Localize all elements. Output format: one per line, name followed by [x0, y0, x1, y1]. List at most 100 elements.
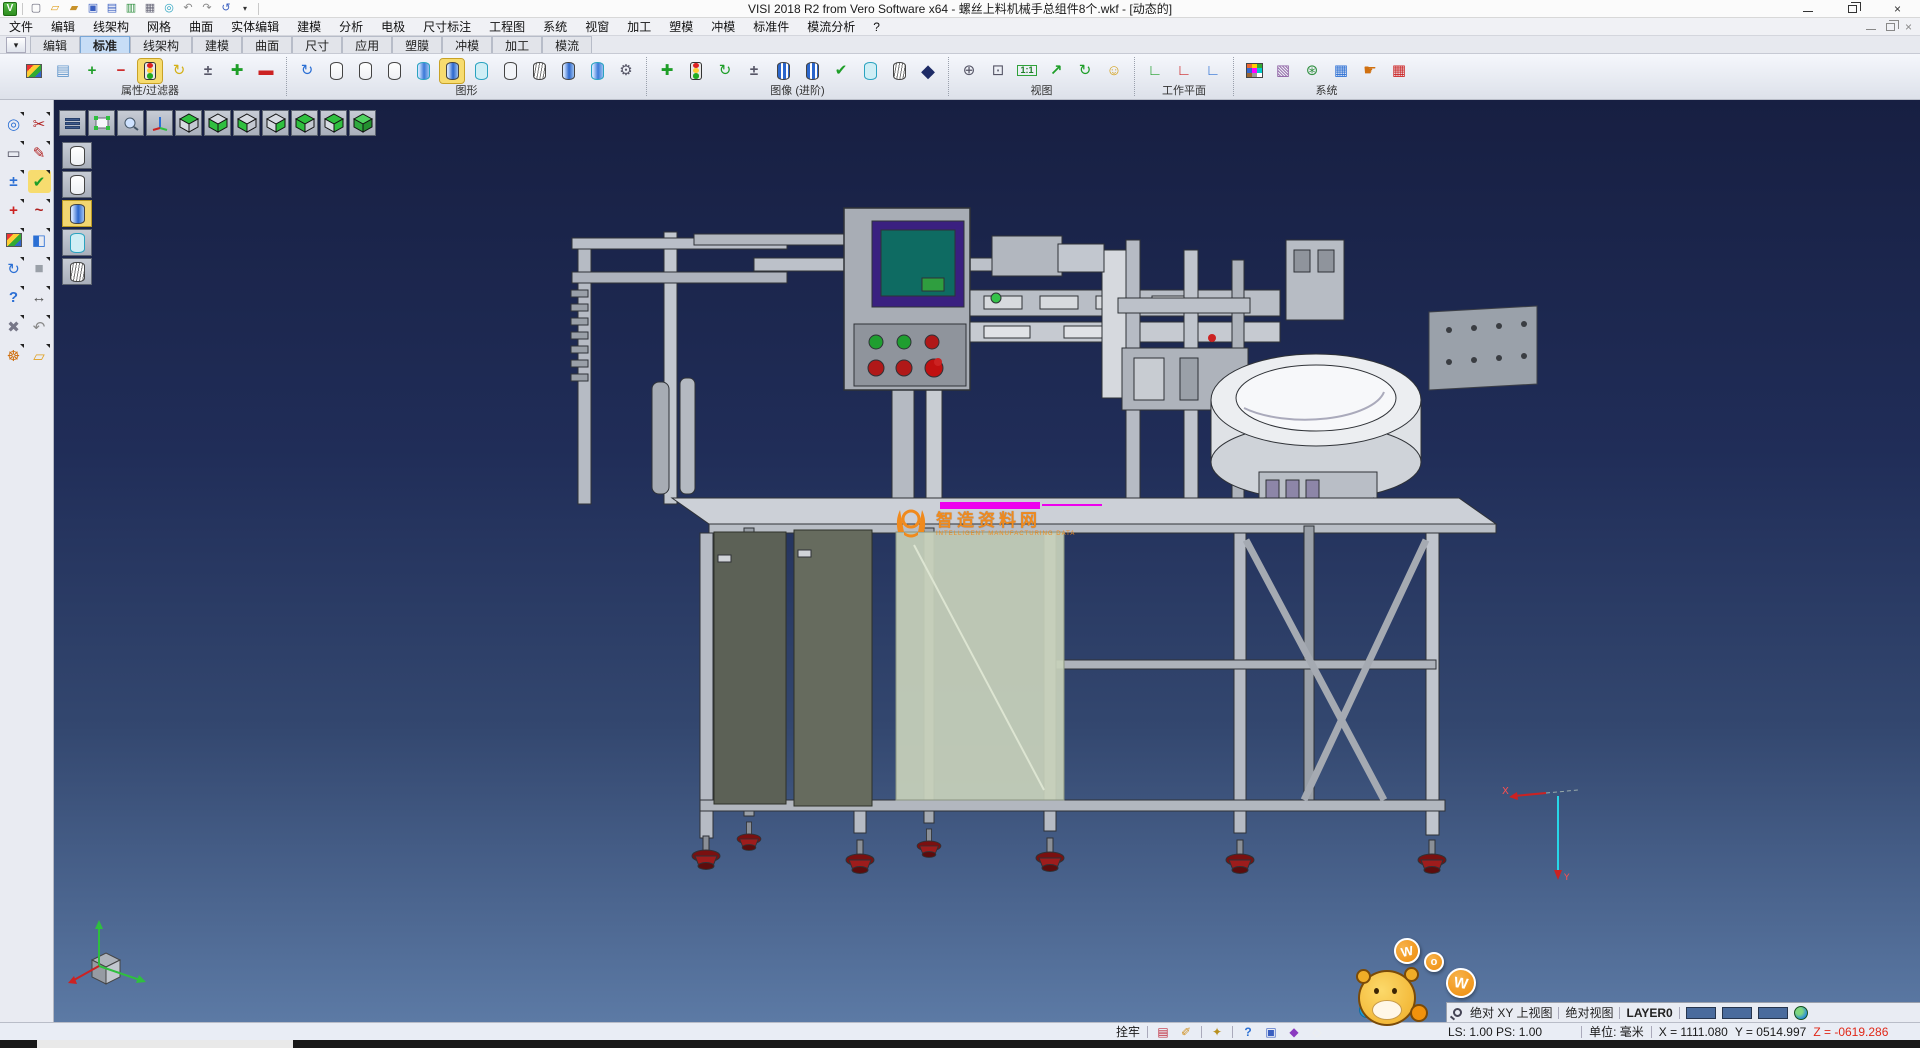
- tab-dropdown-button[interactable]: ▾: [6, 37, 26, 53]
- menu-analysis[interactable]: 分析: [330, 18, 372, 35]
- open-folder-doc-icon[interactable]: ▱: [28, 344, 51, 367]
- package-box-icon[interactable]: ▣: [1263, 1024, 1279, 1039]
- gray-cube-icon[interactable]: ■: [28, 257, 51, 280]
- viewport[interactable]: X Y 智造资料网 INT: [54, 100, 1920, 1022]
- refresh-arrows-icon[interactable]: ↻: [2, 257, 25, 280]
- menu-help[interactable]: ?: [864, 18, 889, 35]
- mdi-minimize-button[interactable]: [1866, 29, 1876, 30]
- magic-wand-icon[interactable]: ✐: [1178, 1024, 1194, 1039]
- ucs-axes-icon[interactable]: +: [2, 199, 25, 222]
- tab-edit[interactable]: 编辑: [30, 36, 80, 53]
- help-question-icon[interactable]: ?: [1240, 1024, 1256, 1039]
- layers-palette-icon[interactable]: [2, 228, 25, 251]
- menu-drawing[interactable]: 工程图: [480, 18, 534, 35]
- dark-view-cube-icon[interactable]: ◆: [916, 59, 940, 83]
- hidden-line-cylinder-icon[interactable]: [353, 59, 377, 83]
- hide-minus-icon[interactable]: ▬: [254, 59, 278, 83]
- zoom-plus-minus-icon[interactable]: ±: [2, 170, 25, 193]
- menu-die[interactable]: 冲模: [702, 18, 744, 35]
- table-settings-icon[interactable]: ▦: [1329, 59, 1353, 83]
- workplane-create-icon[interactable]: ∟: [1143, 59, 1167, 83]
- plus-minus-image-icon[interactable]: ±: [742, 59, 766, 83]
- document-red-icon[interactable]: ▤: [1155, 1024, 1171, 1039]
- workplane-align-icon[interactable]: ∟: [1201, 59, 1225, 83]
- menu-machining[interactable]: 加工: [618, 18, 660, 35]
- toggle-visibility-icon[interactable]: ±: [196, 59, 220, 83]
- absolute-view-label[interactable]: 绝对视图: [1565, 1004, 1613, 1021]
- qat-dropdown-icon[interactable]: ▾: [237, 1, 253, 16]
- measure-dimension-icon[interactable]: ↔: [28, 286, 51, 309]
- hatch-cylinder-icon[interactable]: [887, 59, 911, 83]
- tab-modeling[interactable]: 建模: [192, 36, 242, 53]
- key-icon[interactable]: ✦: [1209, 1024, 1225, 1039]
- snap-lock-label[interactable]: 拴牢: [1116, 1023, 1140, 1040]
- color-palette-icon[interactable]: [1242, 59, 1266, 83]
- print-preview-icon[interactable]: ◎: [161, 1, 177, 16]
- add-shading-icon[interactable]: [585, 59, 609, 83]
- open-file-icon[interactable]: ▱: [47, 1, 63, 16]
- menu-edit[interactable]: 编辑: [42, 18, 84, 35]
- validate-cylinder-icon[interactable]: ✔: [829, 59, 853, 83]
- save-all-icon[interactable]: ▥: [123, 1, 139, 16]
- red-grid-settings-icon[interactable]: ▦: [1387, 59, 1411, 83]
- window-blue-icon[interactable]: ◧: [28, 228, 51, 251]
- copy-cylinder-icon[interactable]: [858, 59, 882, 83]
- visi-logo-icon[interactable]: V: [3, 2, 17, 16]
- help-question-icon[interactable]: ?: [2, 286, 25, 309]
- color-swatch-2[interactable]: [1722, 1007, 1752, 1019]
- flat-cylinder-icon[interactable]: [498, 59, 522, 83]
- menu-window[interactable]: 视窗: [576, 18, 618, 35]
- cut-edit-icon[interactable]: ✂: [28, 112, 51, 135]
- tab-surface[interactable]: 曲面: [242, 36, 292, 53]
- rotate-view-icon[interactable]: ↻: [1073, 59, 1097, 83]
- undo-history-icon[interactable]: ↺: [218, 1, 234, 16]
- undo-icon[interactable]: ↶: [180, 1, 196, 16]
- print-icon[interactable]: ▦: [142, 1, 158, 16]
- helm-wheel-icon[interactable]: ☸: [2, 344, 25, 367]
- show-plus-icon[interactable]: ✚: [225, 59, 249, 83]
- undo-arrow-icon[interactable]: ↶: [28, 315, 51, 338]
- machine-3d-model[interactable]: X Y: [54, 100, 1920, 1022]
- preview-document-icon[interactable]: ▤: [51, 59, 75, 83]
- menu-solid-edit[interactable]: 实体编辑: [222, 18, 288, 35]
- smiley-view-icon[interactable]: ☺: [1102, 59, 1126, 83]
- regen-shading-icon[interactable]: [556, 59, 580, 83]
- shaded-cylinder-icon[interactable]: [440, 59, 464, 83]
- redo-icon[interactable]: ↷: [199, 1, 215, 16]
- open-copy-icon[interactable]: ▰: [66, 1, 82, 16]
- system-wrench-globe-icon[interactable]: ⊛: [1300, 59, 1324, 83]
- tab-wireframe[interactable]: 线架构: [130, 36, 192, 53]
- zoom-1-1-icon[interactable]: 1:1: [1015, 59, 1039, 83]
- mdi-restore-button[interactable]: [1886, 23, 1895, 31]
- close-button[interactable]: ×: [1875, 0, 1920, 17]
- image-traffic-light-icon[interactable]: [684, 59, 708, 83]
- tab-application[interactable]: 应用: [342, 36, 392, 53]
- hide-entities-eye-icon[interactable]: −: [109, 59, 133, 83]
- menu-mesh[interactable]: 网格: [138, 18, 180, 35]
- menu-electrode[interactable]: 电极: [372, 18, 414, 35]
- dashed-cylinder-icon[interactable]: [382, 59, 406, 83]
- properties-palette-icon[interactable]: [22, 59, 46, 83]
- sketch-pencil-icon[interactable]: ✎: [28, 141, 51, 164]
- regen-view-icon[interactable]: ↻: [295, 59, 319, 83]
- tab-machining[interactable]: 加工: [492, 36, 542, 53]
- select-rectangle-icon[interactable]: ▭: [2, 141, 25, 164]
- workplane-move-icon[interactable]: ∟: [1172, 59, 1196, 83]
- translucent-cylinder-icon[interactable]: [469, 59, 493, 83]
- new-document-icon[interactable]: ▢: [28, 1, 44, 16]
- menu-system[interactable]: 系统: [534, 18, 576, 35]
- menu-standard-parts[interactable]: 标准件: [744, 18, 798, 35]
- layer-label[interactable]: LAYER0: [1626, 1006, 1672, 1020]
- tab-standard[interactable]: 标准: [80, 36, 130, 53]
- save-as-icon[interactable]: ▤: [104, 1, 120, 16]
- menu-flow-analysis[interactable]: 模流分析: [798, 18, 864, 35]
- menu-modeling[interactable]: 建模: [288, 18, 330, 35]
- mdi-close-button[interactable]: ×: [1905, 20, 1912, 34]
- menu-mold[interactable]: 塑模: [660, 18, 702, 35]
- hatched-cylinder-icon[interactable]: [527, 59, 551, 83]
- restore-button[interactable]: [1830, 0, 1875, 17]
- refresh-image-icon[interactable]: ↻: [713, 59, 737, 83]
- image-settings-icon[interactable]: ▧: [1271, 59, 1295, 83]
- zoom-in-icon[interactable]: ⊕: [957, 59, 981, 83]
- confirm-check-icon[interactable]: ✔: [28, 170, 51, 193]
